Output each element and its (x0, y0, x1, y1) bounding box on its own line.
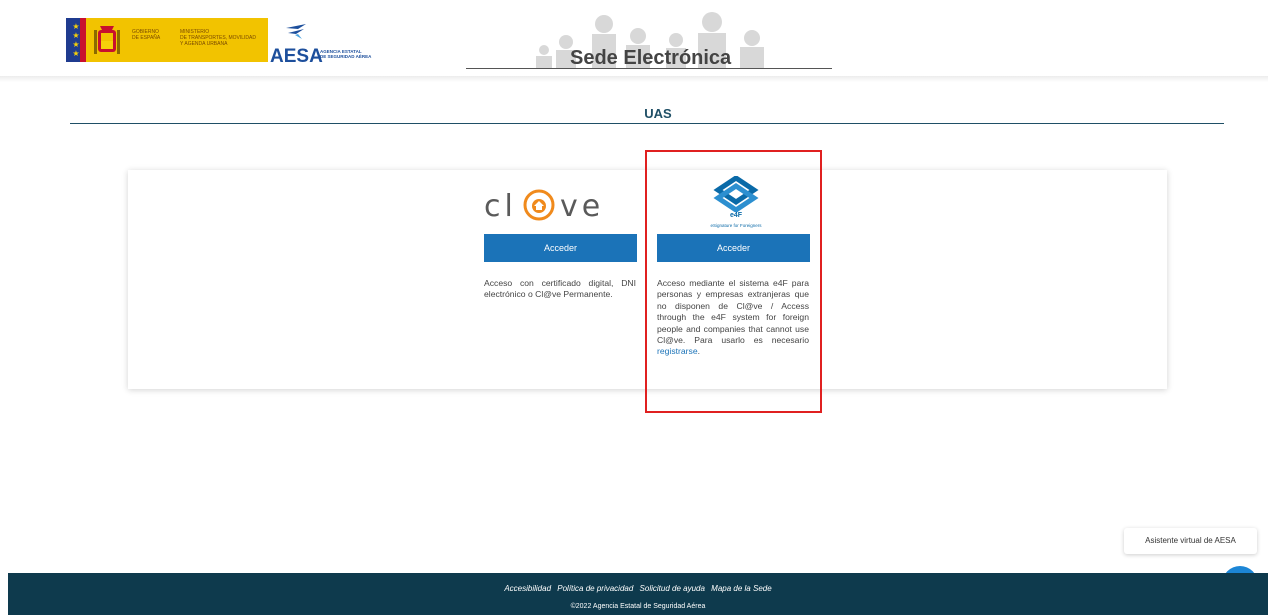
e4f-subtitle: eSignature for Foreigners (710, 223, 762, 228)
clave-logo: cl ve (484, 186, 634, 226)
e4f-logo-icon (713, 174, 759, 214)
login-options-card (128, 170, 1167, 389)
svg-text:ve: ve (560, 189, 604, 224)
coat-of-arms-icon (94, 26, 120, 54)
title-divider (70, 123, 1224, 124)
aesa-subtitle: AGENCIA ESTATAL DE SEGURIDAD AÉREA (320, 49, 372, 59)
e4f-description: Acceso mediante el sistema e4F para pers… (657, 278, 809, 357)
registrarse-link[interactable]: registrarse (657, 346, 698, 356)
footer-links: Accesibilidad Política de privacidad Sol… (8, 584, 1268, 593)
clave-description: Acceso con certificado digital, DNI elec… (484, 278, 636, 300)
page-title: UAS (644, 106, 672, 121)
sede-title: Sede Electrónica (570, 47, 732, 69)
footer-link-mapa[interactable]: Mapa de la Sede (711, 584, 772, 593)
footer-copyright: ©2022 Agencia Estatal de Seguridad Aérea (570, 603, 706, 610)
aesa-logo[interactable]: AESA AGENCIA ESTATAL DE SEGURIDAD AÉREA (270, 24, 400, 67)
eu-spain-flag-icon: ★ ★ ★ ★ (66, 18, 86, 62)
header-divider (0, 76, 1268, 82)
ministerio-text: MINISTERIO DE TRANSPORTES, MOVILIDAD Y A… (180, 29, 256, 47)
e4f-label: e4F (729, 212, 743, 219)
aesa-bird-icon (286, 24, 306, 39)
footer-link-privacidad[interactable]: Política de privacidad (557, 584, 633, 593)
gobierno-logo[interactable]: ★ ★ ★ ★ GOBIERNO DE ESPAÑA MINISTERIO DE TR… (66, 18, 268, 62)
sede-electronica-banner[interactable]: Sede Electrónica (466, 10, 832, 72)
clave-acceder-button[interactable]: Acceder (484, 234, 637, 262)
site-footer: Accesibilidad Política de privacidad Sol… (8, 573, 1268, 615)
footer-link-ayuda[interactable]: Solicitud de ayuda (640, 584, 705, 593)
gobierno-text: GOBIERNO DE ESPAÑA (132, 29, 161, 41)
e4f-acceder-button[interactable]: Acceder (657, 234, 810, 262)
clave-logo-icon: cl ve (484, 189, 604, 224)
svg-text:cl: cl (484, 189, 517, 224)
site-header: ★ ★ ★ ★ GOBIERNO DE ESPAÑA MINISTERIO DE TR… (0, 0, 1268, 76)
e4f-logo: e4F eSignature for Foreigners (696, 174, 776, 234)
footer-link-accesibilidad[interactable]: Accesibilidad (504, 584, 551, 593)
aesa-wordmark: AESA (270, 46, 323, 67)
page: ★ ★ ★ ★ GOBIERNO DE ESPAÑA MINISTERIO DE TR… (0, 0, 1268, 615)
chat-tooltip[interactable]: Asistente virtual de AESA (1124, 528, 1257, 554)
